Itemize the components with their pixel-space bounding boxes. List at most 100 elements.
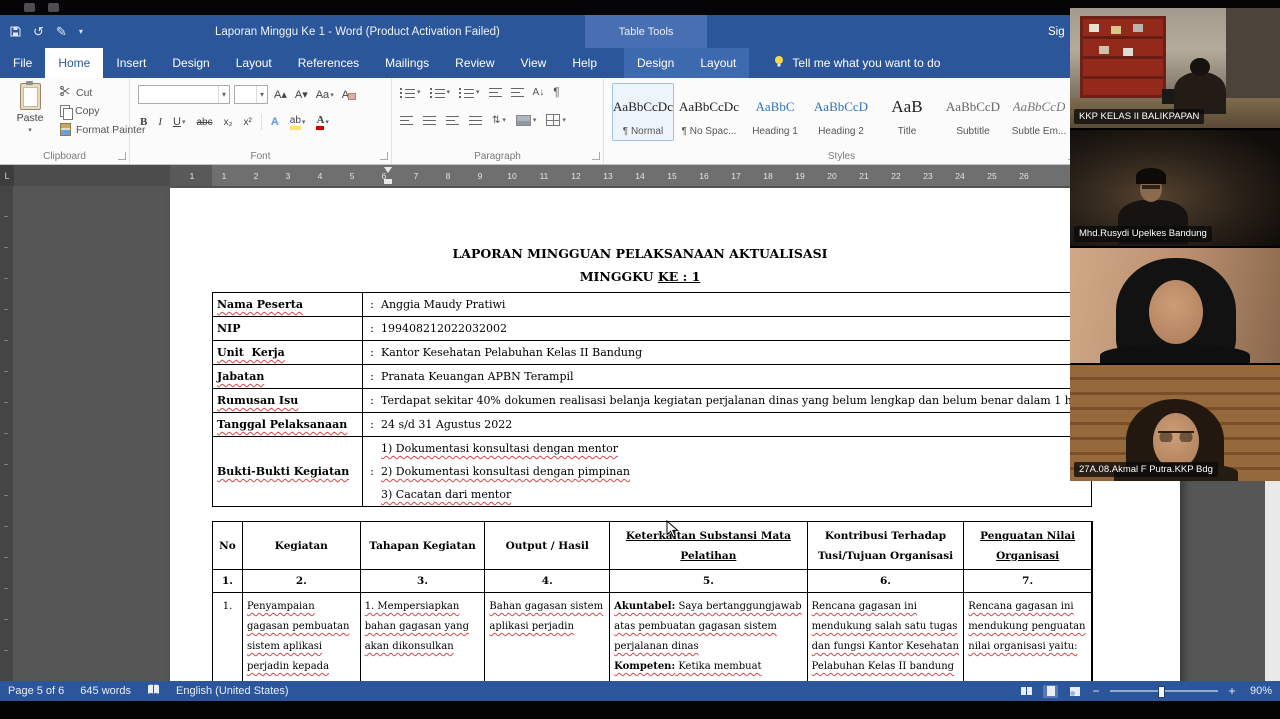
tab-layout[interactable]: Layout xyxy=(223,48,285,78)
clear-formatting-button[interactable]: A xyxy=(340,89,357,101)
tab-table-layout[interactable]: Layout xyxy=(687,48,749,78)
first-line-indent-marker[interactable] xyxy=(384,167,392,173)
language-indicator[interactable]: English (United States) xyxy=(176,685,289,697)
table-number-cell[interactable]: 7. xyxy=(964,570,1092,592)
style-gallery-item[interactable]: AaBbCcDc ¶ No Spac... xyxy=(678,83,740,141)
highlight-color-button[interactable]: ab ▾ xyxy=(288,115,308,130)
table-cell-output[interactable]: Bahan gagasan sistem aplikasi perjadin xyxy=(485,593,611,681)
table-cell-tahapan[interactable]: 1. Mempersiapkan bahan gagasan yang akan… xyxy=(361,593,486,681)
tab-review[interactable]: Review xyxy=(442,48,507,78)
subscript-button[interactable]: x₂ xyxy=(222,117,235,128)
zoom-out-button[interactable]: − xyxy=(1091,684,1101,698)
style-gallery-item[interactable]: AaBbCcD Subtitle xyxy=(942,83,1004,141)
table-header-cell[interactable]: Penguatan Nilai Organisasi xyxy=(964,522,1092,569)
print-layout-button[interactable] xyxy=(1043,684,1058,698)
tab-help[interactable]: Help xyxy=(559,48,610,78)
customize-qat-icon[interactable]: ▾ xyxy=(79,27,83,36)
font-color-button[interactable]: A ▾ xyxy=(314,114,330,130)
underline-button[interactable]: U ▾ xyxy=(171,116,187,128)
word-count[interactable]: 645 words xyxy=(80,685,131,697)
font-name-combobox[interactable]: ▾ xyxy=(138,85,230,104)
zoom-level[interactable]: 90% xyxy=(1246,685,1272,697)
tab-selector[interactable]: L xyxy=(0,165,14,186)
dialog-launcher-icon[interactable] xyxy=(592,152,600,160)
bold-button[interactable]: B xyxy=(138,116,149,128)
info-table-row[interactable]: Rumusan Isu : Terdapat sekitar 40% dokum… xyxy=(213,389,1091,413)
numbering-button[interactable]: ▾ xyxy=(429,87,450,97)
info-table-row[interactable]: Tanggal Pelaksanaan : 24 s/d 31 Agustus … xyxy=(213,413,1091,437)
table-cell-kegiatan[interactable]: Penyampaian gagasan pembuatan sistem apl… xyxy=(243,593,361,681)
superscript-button[interactable]: x² xyxy=(242,117,254,128)
multilevel-list-button[interactable]: ▾ xyxy=(459,87,480,97)
participant-video-1[interactable]: KKP KELAS II BALIKPAPAN xyxy=(1070,8,1280,128)
table-cell-no[interactable]: 1. xyxy=(213,593,243,681)
align-right-button[interactable] xyxy=(446,115,459,125)
participant-video-2[interactable]: Mhd.Rusydi Upelkes Bandung xyxy=(1070,130,1280,246)
info-table-row[interactable]: Nama Peserta : Anggia Maudy Pratiwi xyxy=(213,293,1091,317)
tab-file[interactable]: File xyxy=(0,48,45,78)
table-header-cell[interactable]: No xyxy=(213,522,243,569)
change-case-button[interactable]: Aa ▾ xyxy=(314,89,336,101)
left-indent-marker[interactable] xyxy=(384,179,392,184)
table-number-cell[interactable]: 2. xyxy=(243,570,361,592)
save-icon[interactable] xyxy=(10,26,21,37)
tab-home[interactable]: Home xyxy=(45,48,104,78)
tab-table-design[interactable]: Design xyxy=(624,48,687,78)
table-number-cell[interactable]: 4. xyxy=(485,570,611,592)
dialog-launcher-icon[interactable] xyxy=(380,152,388,160)
table-number-cell[interactable]: 5. xyxy=(610,570,808,592)
table-header-cell[interactable]: Output / Hasil xyxy=(485,522,611,569)
zoom-in-button[interactable]: + xyxy=(1227,684,1237,698)
info-table-row[interactable]: Unit Kerja : Kantor Kesehatan Pelabuhan … xyxy=(213,341,1091,365)
paste-button[interactable]: Paste ▾ xyxy=(6,81,54,143)
justify-button[interactable] xyxy=(469,115,482,125)
table-header-cell[interactable]: Kegiatan xyxy=(243,522,361,569)
style-gallery-item[interactable]: AaB Title xyxy=(876,83,938,141)
proofing-icon[interactable] xyxy=(147,684,160,698)
style-gallery-item[interactable]: AaBbCcD Subtle Em... xyxy=(1008,83,1070,141)
tab-references[interactable]: References xyxy=(285,48,372,78)
table-header-cell[interactable]: Keterkaitan Substansi Mata Pelatihan xyxy=(610,522,808,569)
shrink-font-button[interactable]: A▾ xyxy=(293,88,310,101)
borders-button[interactable]: ▾ xyxy=(546,114,566,126)
page-indicator[interactable]: Page 5 of 6 xyxy=(8,685,64,697)
font-size-combobox[interactable]: ▾ xyxy=(234,85,268,104)
table-cell-kontribusi[interactable]: Rencana gagasan ini mendukung salah satu… xyxy=(808,593,965,681)
table-number-cell[interactable]: 3. xyxy=(361,570,486,592)
decrease-indent-button[interactable] xyxy=(488,87,502,97)
zoom-slider[interactable] xyxy=(1110,686,1218,698)
table-header-cell[interactable]: Tahapan Kegiatan xyxy=(361,522,486,569)
meeting-toolbar-icon[interactable] xyxy=(48,3,59,12)
tab-view[interactable]: View xyxy=(508,48,560,78)
dialog-launcher-icon[interactable] xyxy=(118,152,126,160)
vertical-ruler[interactable] xyxy=(0,186,13,681)
table-number-cell[interactable]: 6. xyxy=(808,570,965,592)
shading-button[interactable]: ▾ xyxy=(515,114,536,126)
tab-design[interactable]: Design xyxy=(159,48,222,78)
table-number-cell[interactable]: 1. xyxy=(213,570,243,592)
bullets-button[interactable]: ▾ xyxy=(400,87,421,97)
zoom-slider-thumb[interactable] xyxy=(1157,686,1165,698)
align-left-button[interactable] xyxy=(400,115,413,125)
tab-insert[interactable]: Insert xyxy=(103,48,159,78)
tell-me-box[interactable]: Tell me what you want to do xyxy=(773,48,940,78)
tab-mailings[interactable]: Mailings xyxy=(372,48,442,78)
show-paragraph-marks-button[interactable]: ¶ xyxy=(553,85,559,99)
meeting-toolbar-icon[interactable] xyxy=(24,3,35,12)
line-spacing-button[interactable]: ⇅ ▾ xyxy=(492,115,506,126)
info-table-row[interactable]: NIP : 199408212022032002 xyxy=(213,317,1091,341)
sort-button[interactable]: A↓ xyxy=(533,87,545,98)
italic-button[interactable]: I xyxy=(156,116,164,128)
repeat-icon[interactable]: ✎ xyxy=(56,25,67,38)
sign-in-button[interactable]: Sig xyxy=(1048,15,1065,48)
table-header-cell[interactable]: Kontribusi Terhadap Tusi/Tujuan Organisa… xyxy=(808,522,965,569)
info-table-row[interactable]: Bukti-Bukti Kegiatan : 1) Dokumentasi ko… xyxy=(213,437,1091,506)
table-cell-substansi[interactable]: Akuntabel: Saya bertanggungjawab atas pe… xyxy=(610,593,808,681)
read-mode-button[interactable] xyxy=(1019,685,1034,698)
info-table-row[interactable]: Jabatan : Pranata Keuangan APBN Terampil xyxy=(213,365,1091,389)
style-gallery-item[interactable]: AaBbCcDc ¶ Normal xyxy=(612,83,674,141)
increase-indent-button[interactable] xyxy=(510,87,524,97)
document-page[interactable]: LAPORAN MINGGUAN PELAKSANAAN AKTUALISASI… xyxy=(170,188,1180,681)
participant-video-3[interactable] xyxy=(1070,247,1280,364)
undo-icon[interactable]: ↺ xyxy=(33,25,44,38)
